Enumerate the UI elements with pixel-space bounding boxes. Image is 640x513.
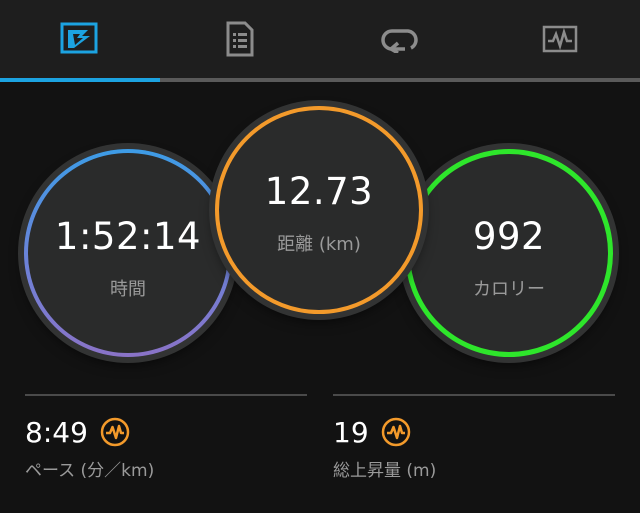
distance-value: 12.73 [264,170,374,213]
distance-stat-circle: 12.73 距離 (km) [215,106,423,314]
pace-value: 8:49 [25,415,88,449]
time-value: 1:52:14 [54,215,202,258]
tab-overview[interactable] [0,0,160,78]
calories-value: 992 [472,215,546,258]
divider [333,394,615,396]
heart-rate-chart-icon [542,25,578,53]
document-list-icon [226,21,254,57]
tab-laps[interactable] [320,0,480,78]
divider [25,394,307,396]
elevation-label: 総上昇量 (m) [333,461,437,481]
pace-metric: 8:49 ペース (分／km) [25,412,155,482]
elevation-gain-metric: 19 総上昇量 (m) [333,412,437,482]
tab-details[interactable] [160,0,320,78]
elevation-value: 19 [333,415,369,449]
calories-stat-circle: 992 カロリー [405,149,613,357]
time-stat-circle: 1:52:14 時間 [24,149,232,357]
performance-wave-icon[interactable] [100,417,130,447]
time-label: 時間 [110,279,146,300]
loop-arrow-icon [381,29,418,53]
tab-charts[interactable] [480,0,640,78]
calories-label: カロリー [473,279,545,300]
summary-stats: 1:52:14 時間 992 カロリー 12.73 距離 (km) [0,82,640,382]
pace-label: ペース (分／km) [25,461,155,481]
tab-bar [0,0,640,82]
performance-wave-icon[interactable] [381,417,411,447]
distance-label: 距離 (km) [277,234,361,255]
summary-flag-icon [60,22,98,54]
